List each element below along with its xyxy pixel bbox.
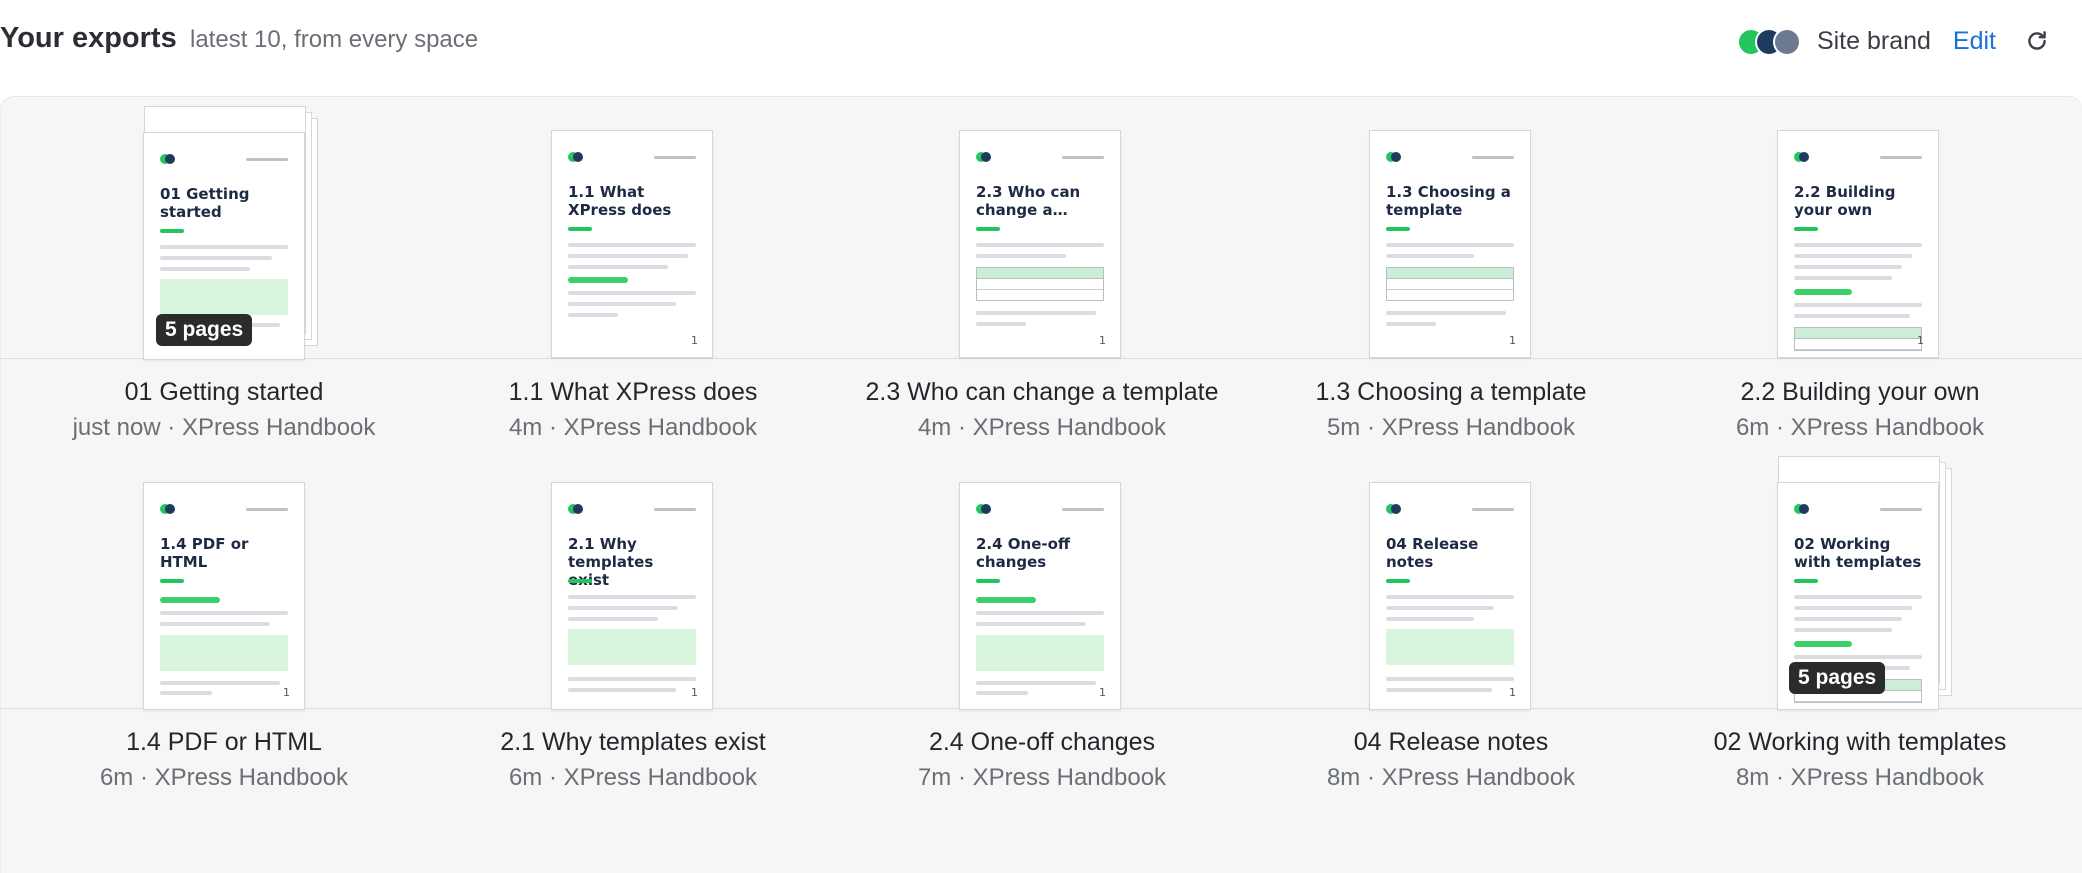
export-card[interactable]: 2.3 Who can change a… 1 2.3 Who can chan… xyxy=(838,96,1246,441)
document-page: 2.4 One-off changes 1 xyxy=(959,482,1121,710)
refresh-icon xyxy=(2028,31,2046,50)
export-thumbnail: 1.1 What XPress does 1 xyxy=(429,96,837,358)
page-number: 1 xyxy=(1099,334,1106,347)
export-title: 1.1 What XPress does xyxy=(508,378,758,406)
page-number: 1 xyxy=(283,686,290,699)
export-thumbnail: 01 Getting started 5 pages xyxy=(20,96,428,360)
export-thumbnail: 1.3 Choosing a template 1 xyxy=(1247,96,1655,358)
page-title: Your exports xyxy=(0,22,177,54)
export-card[interactable]: 1.4 PDF or HTML 1 1.4 PDF or HTML 6m · X… xyxy=(20,446,428,791)
export-thumbnail: 2.3 Who can change a… 1 xyxy=(838,96,1246,358)
export-thumbnail: 04 Release notes 1 xyxy=(1247,446,1655,710)
page-count-badge: 5 pages xyxy=(1789,662,1886,694)
export-card[interactable]: 2.4 One-off changes 1 2.4 One-off change… xyxy=(838,446,1246,791)
export-meta: just now · XPress Handbook xyxy=(72,414,376,441)
export-card[interactable]: 04 Release notes 1 04 Release notes 8m ·… xyxy=(1247,446,1655,791)
export-card[interactable]: 01 Getting started 5 pages 01 Getting st… xyxy=(20,96,428,441)
export-meta: 5m · XPress Handbook xyxy=(1326,414,1576,441)
page-preview-title: 02 Working with templates xyxy=(1794,535,1922,571)
brand-swatches[interactable] xyxy=(1736,27,1801,56)
page-number: 1 xyxy=(691,686,698,699)
page-subtitle: latest 10, from every space xyxy=(190,26,479,53)
document-page: 1.3 Choosing a template 1 xyxy=(1369,130,1531,358)
page-header: Your exports latest 10, from every space… xyxy=(0,0,2082,82)
document-page: 1.1 What XPress does 1 xyxy=(551,130,713,358)
page-preview-title: 04 Release notes xyxy=(1386,535,1479,571)
export-title: 2.2 Building your own xyxy=(1740,378,1980,406)
page-preview-title: 2.3 Who can change a… xyxy=(976,183,1081,219)
export-title: 2.1 Why templates exist xyxy=(500,728,766,756)
page-number: 1 xyxy=(1509,686,1516,699)
export-thumbnail: 02 Working with templates 5 pages xyxy=(1656,446,2064,710)
export-title: 01 Getting started xyxy=(124,378,324,406)
page-number: 1 xyxy=(1917,334,1924,347)
export-card[interactable]: 2.2 Building your own 1 2.2 Building you… xyxy=(1656,96,2064,441)
export-card[interactable]: 1.1 What XPress does 1 1.1 What XPress d… xyxy=(429,96,837,441)
page-count-badge: 5 pages xyxy=(156,314,253,346)
refresh-button[interactable] xyxy=(2022,26,2052,56)
document-page: 1.4 PDF or HTML 1 xyxy=(143,482,305,710)
document-page: 2.3 Who can change a… 1 xyxy=(959,130,1121,358)
export-title: 02 Working with templates xyxy=(1713,728,2007,756)
export-thumbnail: 2.4 One-off changes 1 xyxy=(838,446,1246,710)
export-card[interactable]: 1.3 Choosing a template 1 1.3 Choosing a… xyxy=(1247,96,1655,441)
document-page: 2.1 Why templates exist 1 xyxy=(551,482,713,710)
page-preview-title: 1.3 Choosing a template xyxy=(1386,183,1511,219)
export-meta: 8m · XPress Handbook xyxy=(1326,764,1576,791)
edit-brand-link[interactable]: Edit xyxy=(1953,27,1996,56)
export-title: 1.3 Choosing a template xyxy=(1315,378,1587,406)
brand-swatch-slate xyxy=(1772,28,1801,56)
export-title: 1.4 PDF or HTML xyxy=(126,728,322,756)
page-preview-title: 2.2 Building your own xyxy=(1794,183,1896,219)
export-meta: 6m · XPress Handbook xyxy=(99,764,349,791)
page-preview-title: 1.4 PDF or HTML xyxy=(160,535,249,571)
export-title: 04 Release notes xyxy=(1353,728,1549,756)
export-card[interactable]: 02 Working with templates 5 pages 02 Wor… xyxy=(1656,446,2064,791)
export-card[interactable]: 2.1 Why templates exist 1 2.1 Why templa… xyxy=(429,446,837,791)
export-meta: 6m · XPress Handbook xyxy=(1735,414,1985,441)
page-number: 1 xyxy=(1509,334,1516,347)
page-number: 1 xyxy=(1099,686,1106,699)
export-meta: 6m · XPress Handbook xyxy=(508,764,758,791)
export-title: 2.4 One-off changes xyxy=(928,728,1156,756)
page-preview-title: 2.4 One-off changes xyxy=(976,535,1071,571)
brand-controls: Site brand Edit xyxy=(1736,20,2052,62)
site-brand-label: Site brand xyxy=(1816,26,1931,55)
export-thumbnail: 2.1 Why templates exist 1 xyxy=(429,446,837,710)
export-meta: 7m · XPress Handbook xyxy=(917,764,1167,791)
document-page: 04 Release notes 1 xyxy=(1369,482,1531,710)
page-preview-title: 1.1 What XPress does xyxy=(568,183,672,219)
export-thumbnail: 1.4 PDF or HTML 1 xyxy=(20,446,428,710)
page-number: 1 xyxy=(691,334,698,347)
export-meta: 8m · XPress Handbook xyxy=(1735,764,1985,791)
export-meta: 4m · XPress Handbook xyxy=(917,414,1167,441)
export-meta: 4m · XPress Handbook xyxy=(508,414,758,441)
export-title: 2.3 Who can change a template xyxy=(865,378,1219,406)
export-thumbnail: 2.2 Building your own 1 xyxy=(1656,96,2064,358)
page-preview-title: 01 Getting started xyxy=(160,185,250,221)
document-page: 2.2 Building your own 1 xyxy=(1777,130,1939,358)
